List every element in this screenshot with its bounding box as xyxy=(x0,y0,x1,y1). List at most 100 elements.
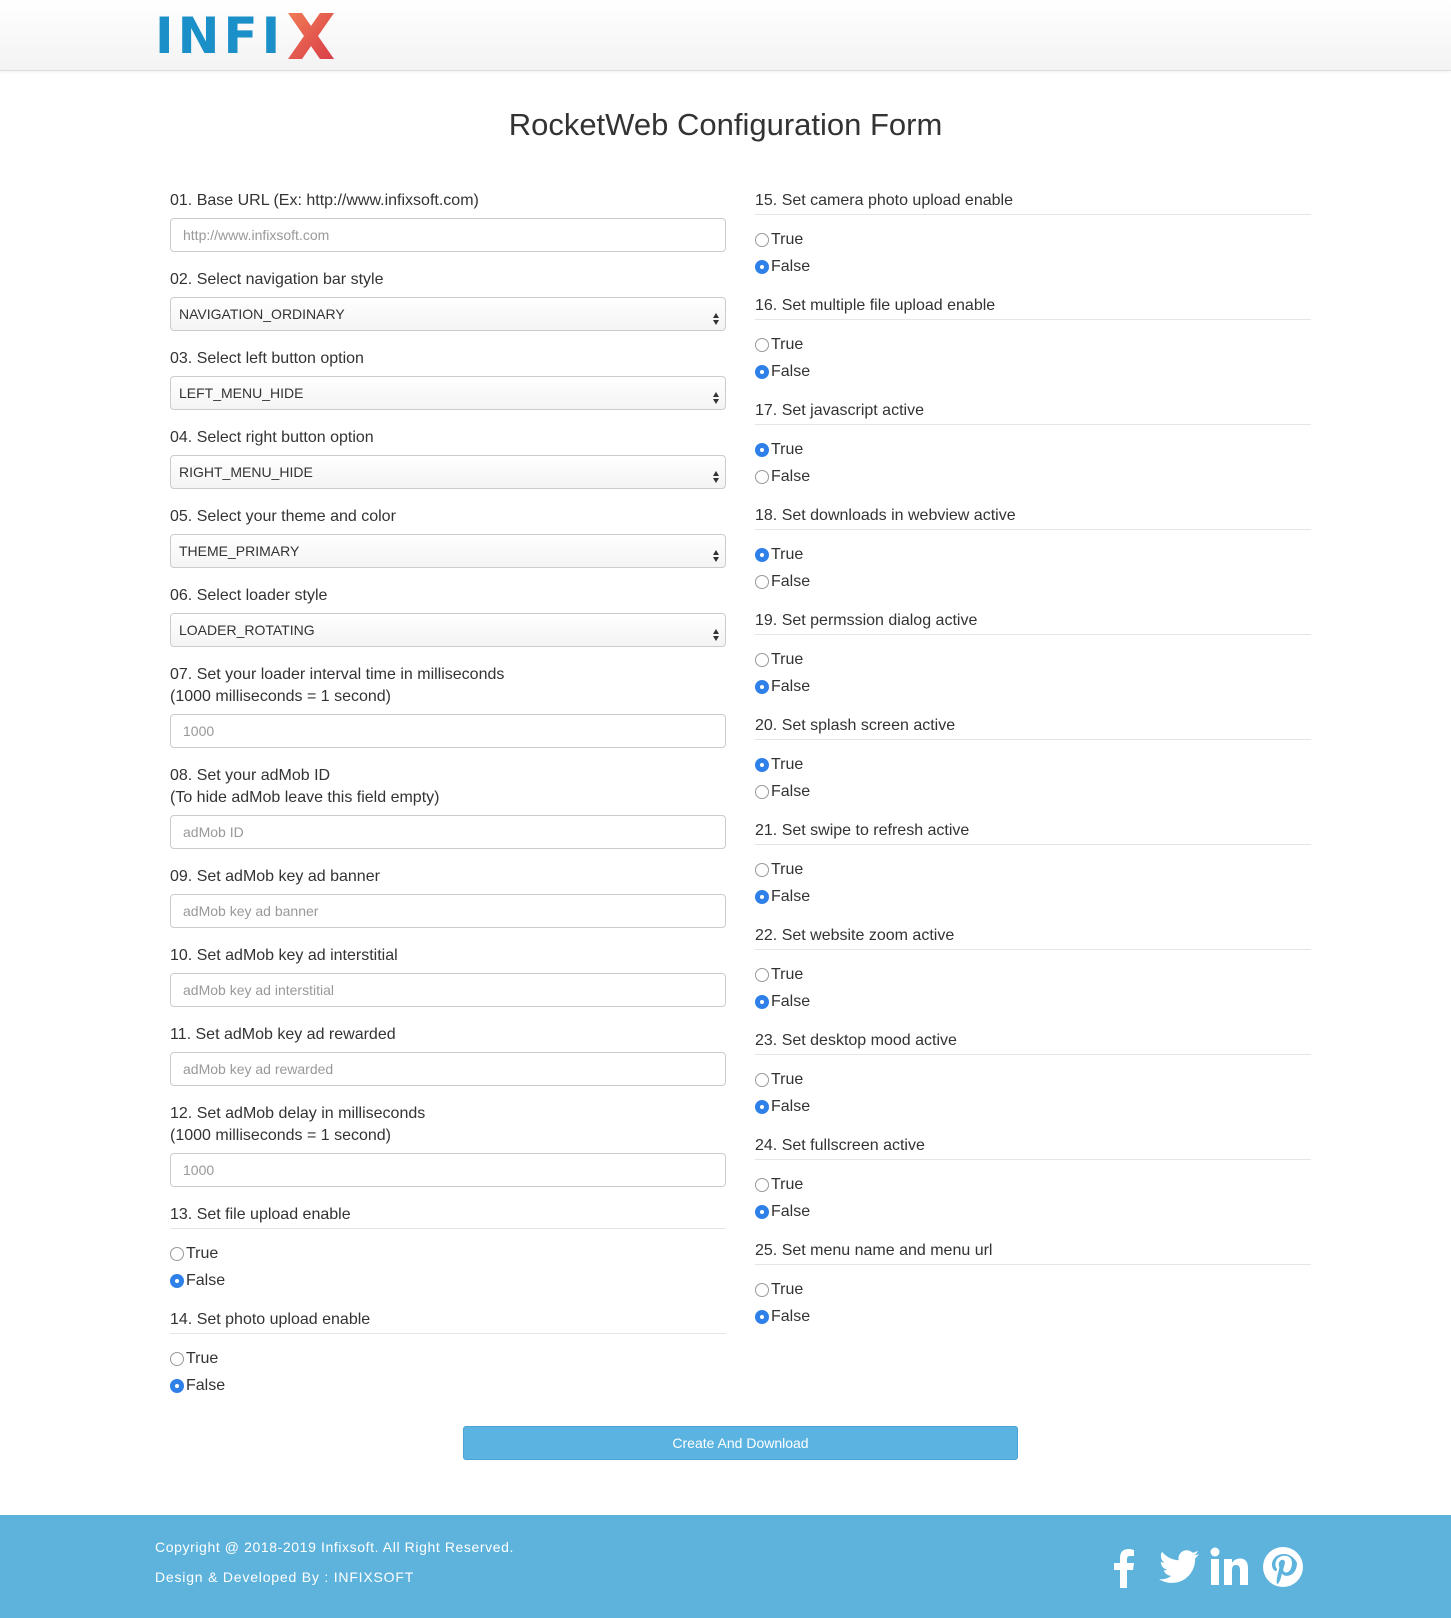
select-arrows-icon xyxy=(712,464,720,483)
radio-option-label: False xyxy=(771,467,811,485)
radio-option-label: False xyxy=(771,782,811,800)
radio-group: True False xyxy=(755,856,1311,910)
radio-group: True False xyxy=(755,1066,1311,1120)
select-arrows-icon xyxy=(712,622,720,641)
field-09: 09. Set adMob key ad banner xyxy=(170,866,726,928)
radio-option-true[interactable]: True xyxy=(755,961,1311,988)
radio-button[interactable] xyxy=(755,469,769,484)
create-and-download-button[interactable]: Create And Download xyxy=(463,1426,1018,1460)
radio-option-label: True xyxy=(771,335,804,353)
text-input[interactable] xyxy=(170,894,726,928)
radio-button[interactable] xyxy=(755,442,769,457)
radio-option-true[interactable]: True xyxy=(755,1276,1311,1303)
radio-option-label: True xyxy=(771,860,804,878)
field-17: 17. Set javascript active True False xyxy=(755,400,1311,490)
radio-button[interactable] xyxy=(755,889,769,904)
radio-option-label: False xyxy=(186,1271,226,1289)
radio-button[interactable] xyxy=(755,1072,769,1087)
radio-option-false[interactable]: False xyxy=(755,358,1311,385)
facebook-icon[interactable] xyxy=(1105,1545,1145,1589)
radio-button[interactable] xyxy=(755,1282,769,1297)
text-input[interactable] xyxy=(170,1052,726,1086)
svg-text:X: X xyxy=(311,58,313,60)
radio-button[interactable] xyxy=(755,1309,769,1324)
radio-option-false[interactable]: False xyxy=(170,1267,726,1294)
radio-option-label: False xyxy=(771,1097,811,1115)
pinterest-icon[interactable] xyxy=(1261,1545,1303,1589)
radio-option-false[interactable]: False xyxy=(755,1303,1311,1330)
radio-button[interactable] xyxy=(755,547,769,562)
select-dropdown[interactable]: NAVIGATION_ORDINARY xyxy=(170,297,726,331)
field-14: 14. Set photo upload enable True False xyxy=(170,1309,726,1399)
radio-option-true[interactable]: True xyxy=(755,856,1311,883)
radio-button[interactable] xyxy=(170,1246,184,1261)
radio-button[interactable] xyxy=(170,1273,184,1288)
radio-option-true[interactable]: True xyxy=(755,226,1311,253)
text-input[interactable] xyxy=(170,815,726,849)
text-input[interactable] xyxy=(170,973,726,1007)
select-dropdown[interactable]: LEFT_MENU_HIDE xyxy=(170,376,726,410)
radio-button[interactable] xyxy=(755,994,769,1009)
radio-option-true[interactable]: True xyxy=(755,436,1311,463)
linkedin-icon[interactable] xyxy=(1209,1545,1249,1589)
logo-x-mark: X xyxy=(288,13,335,60)
radio-option-false[interactable]: False xyxy=(755,778,1311,805)
radio-button[interactable] xyxy=(755,652,769,667)
radio-option-false[interactable]: False xyxy=(170,1372,726,1399)
field-label: 14. Set photo upload enable xyxy=(170,1309,726,1334)
radio-option-false[interactable]: False xyxy=(755,883,1311,910)
text-input[interactable] xyxy=(170,714,726,748)
select-dropdown[interactable]: LOADER_ROTATING xyxy=(170,613,726,647)
text-input[interactable] xyxy=(170,218,726,252)
radio-option-false[interactable]: False xyxy=(755,988,1311,1015)
radio-option-true[interactable]: True xyxy=(755,1171,1311,1198)
radio-option-false[interactable]: False xyxy=(755,463,1311,490)
radio-button[interactable] xyxy=(755,1204,769,1219)
radio-button[interactable] xyxy=(755,1177,769,1192)
radio-option-label: True xyxy=(771,440,804,458)
field-04: 04. Select right button option RIGHT_MENU… xyxy=(170,427,726,489)
radio-button[interactable] xyxy=(755,259,769,274)
radio-button[interactable] xyxy=(755,679,769,694)
radio-option-false[interactable]: False xyxy=(755,253,1311,280)
radio-option-true[interactable]: True xyxy=(755,1066,1311,1093)
radio-option-label: True xyxy=(771,965,804,983)
select-dropdown[interactable]: THEME_PRIMARY xyxy=(170,534,726,568)
text-input[interactable] xyxy=(170,1153,726,1187)
infix-logo[interactable]: INFI X xyxy=(155,10,336,62)
page-title: RocketWeb Configuration Form xyxy=(508,107,943,142)
twitter-icon[interactable] xyxy=(1157,1545,1199,1589)
select-dropdown[interactable]: RIGHT_MENU_HIDE xyxy=(170,455,726,489)
radio-option-true[interactable]: True xyxy=(170,1240,726,1267)
radio-button[interactable] xyxy=(170,1378,184,1393)
radio-button[interactable] xyxy=(170,1351,184,1366)
radio-option-false[interactable]: False xyxy=(755,1198,1311,1225)
radio-group: True False xyxy=(755,436,1311,490)
radio-button[interactable] xyxy=(755,784,769,799)
radio-option-true[interactable]: True xyxy=(755,751,1311,778)
radio-option-true[interactable]: True xyxy=(755,541,1311,568)
field-label: 12. Set adMob delay in milliseconds xyxy=(170,1105,426,1122)
select-arrows-icon xyxy=(712,543,720,562)
radio-button[interactable] xyxy=(755,757,769,772)
radio-option-false[interactable]: False xyxy=(755,1093,1311,1120)
radio-option-label: False xyxy=(771,677,811,695)
field-18: 18. Set downloads in webview active True F… xyxy=(755,505,1311,595)
field-25: 25. Set menu name and menu url True False xyxy=(755,1240,1311,1330)
radio-option-true[interactable]: True xyxy=(755,331,1311,358)
radio-button[interactable] xyxy=(755,967,769,982)
radio-option-true[interactable]: True xyxy=(170,1345,726,1372)
field-label: 23. Set desktop mood active xyxy=(755,1030,1311,1055)
radio-button[interactable] xyxy=(755,574,769,589)
field-label: 19. Set permssion dialog active xyxy=(755,610,1311,635)
radio-option-false[interactable]: False xyxy=(755,568,1311,595)
radio-button[interactable] xyxy=(755,364,769,379)
radio-option-false[interactable]: False xyxy=(755,673,1311,700)
radio-option-true[interactable]: True xyxy=(755,646,1311,673)
radio-button[interactable] xyxy=(755,337,769,352)
form-column-right: 15. Set camera photo upload enable True Fa… xyxy=(755,190,1311,1345)
radio-button[interactable] xyxy=(755,862,769,877)
field-06: 06. Select loader style LOADER_ROTATING xyxy=(170,585,726,647)
radio-button[interactable] xyxy=(755,232,769,247)
radio-button[interactable] xyxy=(755,1099,769,1114)
